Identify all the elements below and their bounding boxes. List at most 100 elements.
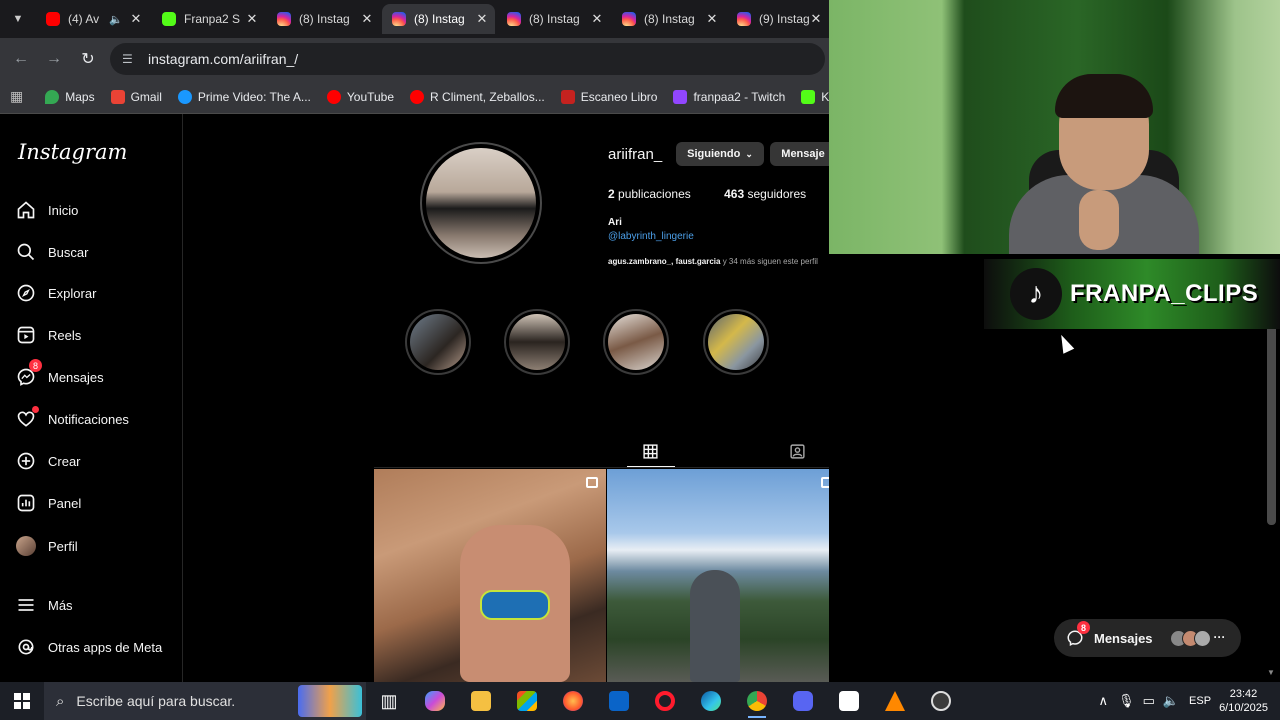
bookmark-item[interactable]: Escaneo Libro bbox=[560, 89, 657, 104]
search-icon bbox=[16, 242, 36, 262]
address-bar-row: ← → ↻ ☰ instagram.com/ariifran_/ bbox=[0, 38, 829, 80]
streamer-hair bbox=[1055, 74, 1153, 118]
browser-tab[interactable]: (8) Instag ✕ bbox=[612, 4, 725, 34]
sidebar-item-reels[interactable]: Reels bbox=[16, 320, 176, 350]
edge-icon[interactable] bbox=[688, 682, 734, 720]
file-explorer-icon[interactable] bbox=[458, 682, 504, 720]
obs-icon[interactable] bbox=[918, 682, 964, 720]
followed-by-text[interactable]: agus.zambrano_, faust.garcia y 34 más si… bbox=[608, 257, 818, 266]
speaker-icon[interactable]: 🔈 bbox=[109, 13, 123, 26]
chevron-up-icon[interactable]: ∧ bbox=[1099, 693, 1109, 709]
bookmark-item[interactable]: Maps bbox=[45, 89, 95, 104]
tiktok-logo-icon: ♪ bbox=[1010, 268, 1062, 320]
sidebar-item-panel[interactable]: Panel bbox=[16, 488, 176, 518]
close-tab-icon[interactable]: ✕ bbox=[245, 11, 259, 27]
close-tab-icon[interactable]: ✕ bbox=[809, 11, 823, 27]
following-button[interactable]: Siguiendo ⌄ bbox=[676, 142, 764, 166]
bookmark-item[interactable]: YouTube bbox=[326, 89, 394, 104]
windows-start-button[interactable] bbox=[0, 682, 44, 720]
network-icon[interactable]: ▭ bbox=[1143, 693, 1155, 709]
vlc-icon[interactable] bbox=[872, 682, 918, 720]
microphone-icon[interactable]: 🎙 bbox=[1118, 693, 1135, 709]
bookmark-item[interactable]: R Climent, Zeballos... bbox=[410, 89, 545, 104]
messages-badge: 8 bbox=[29, 359, 42, 372]
sidebar-item-buscar[interactable]: Buscar bbox=[16, 237, 176, 267]
close-tab-icon[interactable]: ✕ bbox=[475, 11, 489, 27]
story-highlight[interactable] bbox=[405, 309, 471, 375]
browser-tab[interactable]: (8) Instag ✕ bbox=[267, 4, 380, 34]
search-icon: ⌕ bbox=[56, 692, 65, 710]
followers-stat[interactable]: 463 seguidores bbox=[724, 187, 806, 201]
opera-icon[interactable] bbox=[642, 682, 688, 720]
instagram-logo[interactable]: Instagram bbox=[18, 140, 127, 164]
dashboard-icon bbox=[16, 493, 36, 513]
avatar-icon bbox=[16, 536, 36, 556]
prime-video-icon bbox=[177, 89, 192, 104]
sidebar-item-explorar[interactable]: Explorar bbox=[16, 278, 176, 308]
bookmark-item[interactable]: Gmail bbox=[110, 89, 162, 104]
instagram-icon bbox=[622, 12, 636, 26]
close-tab-icon[interactable]: ✕ bbox=[129, 11, 143, 27]
close-tab-icon[interactable]: ✕ bbox=[590, 11, 604, 27]
sidebar-item-mas[interactable]: Más bbox=[16, 590, 176, 620]
active-tab-indicator bbox=[627, 466, 675, 467]
floating-messages-button[interactable]: 8 Mensajes ··· bbox=[1054, 619, 1241, 657]
profile-stats: 2 publicaciones 463 seguidores bbox=[608, 187, 806, 201]
browser-tab[interactable]: (8) Instag ✕ bbox=[497, 4, 610, 34]
close-tab-icon[interactable]: ✕ bbox=[360, 11, 374, 27]
bookmark-item[interactable]: Prime Video: The A... bbox=[177, 89, 311, 104]
story-highlight[interactable] bbox=[703, 309, 769, 375]
bio-mention-link[interactable]: @labyrinth_lingerie bbox=[608, 231, 694, 242]
clock[interactable]: 23:42 6/10/2025 bbox=[1219, 687, 1268, 715]
scrollbar-thumb[interactable] bbox=[1267, 325, 1276, 525]
bookmark-item[interactable]: franpaa2 - Twitch bbox=[673, 89, 785, 104]
tagged-posts-icon[interactable] bbox=[789, 443, 806, 460]
profile-avatar[interactable] bbox=[420, 142, 542, 264]
chrome-icon[interactable] bbox=[734, 682, 780, 720]
task-view-icon[interactable]: ▥ bbox=[366, 682, 412, 720]
reload-icon[interactable]: ↻ bbox=[75, 46, 101, 72]
home-icon bbox=[16, 200, 36, 220]
taskbar-search[interactable]: ⌕ Escribe aquí para buscar. bbox=[44, 682, 366, 720]
volume-icon[interactable]: 🔈 bbox=[1163, 693, 1179, 709]
browser-tab[interactable]: Franpa2 S ✕ bbox=[152, 4, 265, 34]
sidebar-item-crear[interactable]: Crear bbox=[16, 446, 176, 476]
sidebar-item-mensajes[interactable]: 8 Mensajes bbox=[16, 359, 176, 392]
youtube-icon bbox=[46, 12, 60, 26]
copilot-icon[interactable] bbox=[412, 682, 458, 720]
sidebar-item-notificaciones[interactable]: Notificaciones bbox=[16, 404, 176, 434]
sidebar-item-perfil[interactable]: Perfil bbox=[16, 531, 176, 561]
posts-grid-icon[interactable] bbox=[642, 443, 659, 460]
site-settings-icon[interactable]: ☰ bbox=[122, 52, 140, 66]
reels-icon bbox=[16, 325, 36, 345]
profile-name: Ari bbox=[608, 217, 622, 228]
carousel-icon bbox=[586, 477, 598, 488]
capcut-icon[interactable] bbox=[826, 682, 872, 720]
back-arrow-icon[interactable]: ← bbox=[8, 46, 34, 72]
browser-tab[interactable]: (4) Av 🔈 ✕ bbox=[36, 4, 149, 34]
compass-icon bbox=[16, 283, 36, 303]
sidebar-item-inicio[interactable]: Inicio bbox=[16, 195, 176, 225]
microsoft-store-icon[interactable] bbox=[504, 682, 550, 720]
sidebar-item-otras-apps[interactable]: Otras apps de Meta bbox=[16, 632, 176, 662]
outlook-icon[interactable] bbox=[596, 682, 642, 720]
instagram-icon bbox=[507, 12, 521, 26]
discord-icon[interactable] bbox=[780, 682, 826, 720]
browser-tab-active[interactable]: (8) Instag ✕ bbox=[382, 4, 495, 34]
youtube-icon bbox=[410, 89, 425, 104]
language-indicator[interactable]: ESP bbox=[1189, 695, 1211, 707]
instagram-icon bbox=[737, 12, 751, 26]
close-tab-icon[interactable]: ✕ bbox=[705, 11, 719, 27]
posts-stat[interactable]: 2 publicaciones bbox=[608, 187, 691, 201]
scroll-down-arrow[interactable]: ▼ bbox=[1267, 668, 1275, 677]
browser-tab[interactable]: (9) Instag ✕ bbox=[727, 4, 829, 34]
post-photo-subject bbox=[690, 570, 740, 682]
story-highlight[interactable] bbox=[603, 309, 669, 375]
firefox-icon[interactable] bbox=[550, 682, 596, 720]
apps-grid-icon[interactable]: ▦ bbox=[10, 88, 23, 105]
story-highlight[interactable] bbox=[504, 309, 570, 375]
tab-search-dropdown[interactable]: ▼ bbox=[6, 8, 30, 30]
forward-arrow-icon[interactable]: → bbox=[41, 46, 67, 72]
url-field[interactable]: ☰ instagram.com/ariifran_/ bbox=[110, 43, 825, 75]
message-button[interactable]: Mensaje bbox=[770, 142, 836, 166]
